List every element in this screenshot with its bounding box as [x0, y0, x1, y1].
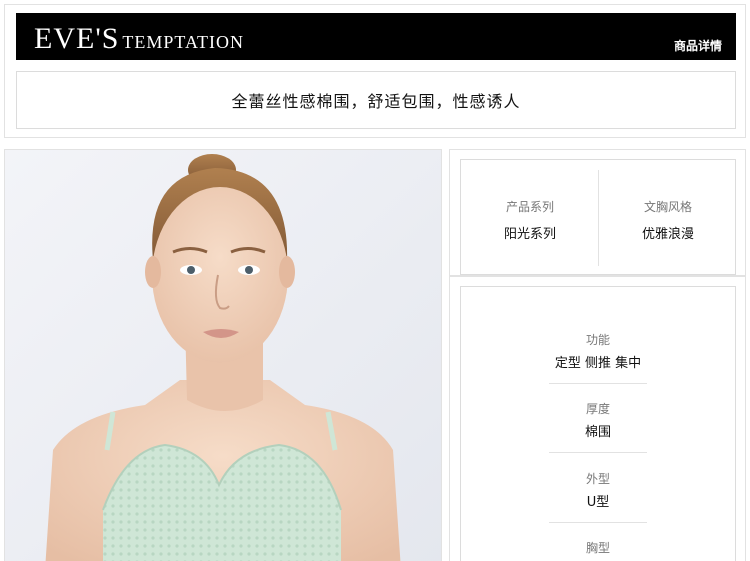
attribute-label: 文胸风格 [643, 200, 692, 214]
brand-banner: EVE'S TEMPTATION 商品详情 [16, 13, 736, 60]
spec-label: 功能 [585, 333, 610, 347]
spec-divider [549, 522, 647, 523]
spec-value: 棉围 [584, 425, 611, 440]
spec-value: U型 [586, 495, 610, 510]
brand-logo[interactable]: EVE'S TEMPTATION [34, 22, 244, 56]
attribute-series: 产品系列 阳光系列 [461, 160, 599, 274]
spec-label: 外型 [585, 472, 610, 486]
specs-panel: 功能 定型 侧推 集中 厚度 棉围 外型 U型 胸型 [460, 286, 736, 561]
product-detail-link[interactable]: 商品详情 [674, 37, 722, 54]
attribute-value: 阳光系列 [503, 227, 556, 242]
specs-card: 功能 定型 侧推 集中 厚度 棉围 外型 U型 胸型 [449, 275, 746, 561]
spec-thickness: 厚度 棉围 [461, 400, 735, 440]
spec-function: 功能 定型 侧推 集中 [461, 331, 735, 371]
spec-chest-type: 胸型 [461, 539, 735, 560]
attributes-card: 产品系列 阳光系列 文胸风格 优雅浪漫 [449, 149, 746, 277]
product-tagline: 全蕾丝性感棉围，舒适包围，性感诱人 [231, 92, 521, 111]
spec-divider [549, 452, 647, 453]
tagline-box: 全蕾丝性感棉围，舒适包围，性感诱人 [16, 71, 736, 129]
header-card: EVE'S TEMPTATION 商品详情 全蕾丝性感棉围，舒适包围，性感诱人 [4, 4, 746, 138]
model-illustration [5, 150, 441, 561]
logo-sub-text: TEMPTATION [122, 32, 244, 52]
logo-main-text: EVE'S [34, 22, 120, 55]
attribute-style: 文胸风格 优雅浪漫 [599, 160, 737, 274]
spec-label: 厚度 [585, 402, 610, 416]
spec-shape: 外型 U型 [461, 470, 735, 510]
attribute-label: 产品系列 [505, 200, 554, 214]
spec-value: 定型 侧推 集中 [554, 356, 642, 371]
attributes-panel: 产品系列 阳光系列 文胸风格 优雅浪漫 [460, 159, 736, 275]
product-photo [4, 149, 442, 561]
spec-label: 胸型 [585, 541, 610, 555]
attribute-value: 优雅浪漫 [641, 227, 694, 242]
spec-divider [549, 383, 647, 384]
